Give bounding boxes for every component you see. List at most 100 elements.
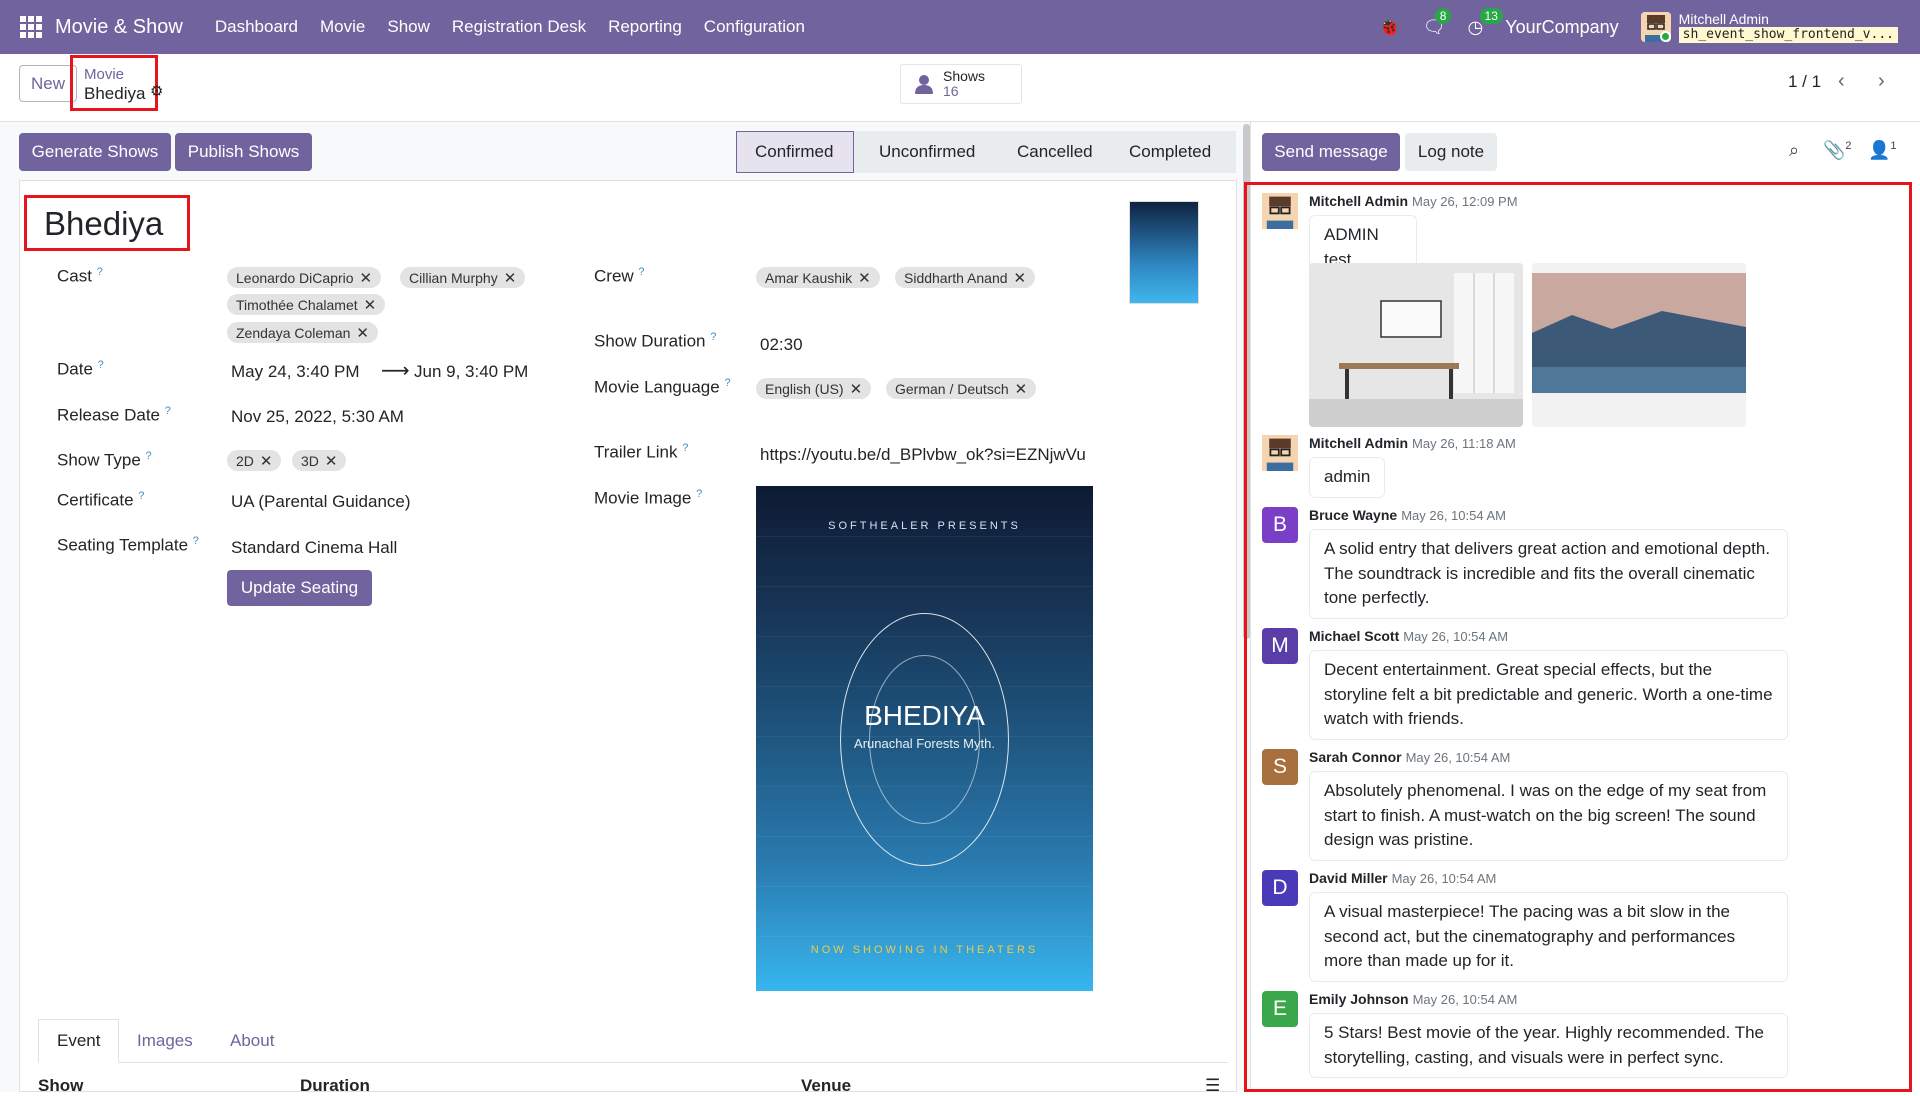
date-end-field[interactable]: Jun 9, 3:40 PM [414,362,528,382]
message-author[interactable]: Emily Johnson May 26, 10:54 AM [1309,991,1517,1007]
search-icon[interactable]: ⌕ [1789,140,1799,161]
user-avatar[interactable] [1640,12,1671,42]
column-header-show[interactable]: Show [38,1076,83,1096]
menu-show[interactable]: Show [387,17,430,37]
status-completed[interactable]: Completed [1104,131,1236,173]
online-status-dot [1659,31,1671,42]
new-button[interactable]: New [19,65,77,102]
shows-label: Shows [943,68,986,84]
movie-title[interactable]: Bhediya [24,195,190,251]
remove-tag-icon: ✕ [503,269,517,287]
seating-template-field[interactable]: Standard Cinema Hall [231,538,397,558]
status-confirmed[interactable]: Confirmed [736,131,854,173]
send-message-button[interactable]: Send message [1262,133,1400,171]
movie-poster-image[interactable]: SOFTHEALER PRESENTS BHEDIYA Arunachal Fo… [756,486,1093,991]
poster-title: BHEDIYA [864,700,985,731]
tab-about[interactable]: About [230,1019,274,1063]
certificate-field[interactable]: UA (Parental Guidance) [231,492,411,512]
language-tag[interactable]: English (US) ✕ [756,378,872,399]
release-date-label: Release Date ? [57,405,171,425]
language-tag[interactable]: German / Deutsch ✕ [886,378,1037,399]
main-menu: Dashboard Movie Show Registration Desk R… [193,17,805,37]
column-header-venue[interactable]: Venue [801,1076,851,1096]
crew-tag[interactable]: Siddharth Anand ✕ [895,267,1036,288]
pager-next-icon[interactable]: › [1878,70,1885,93]
cast-tag[interactable]: Timothée Chalamet ✕ [227,294,386,315]
menu-configuration[interactable]: Configuration [704,17,805,37]
message-body: A visual masterpiece! The pacing was a b… [1309,892,1788,982]
poster-subtitle: Arunachal Forests Myth. [854,736,995,751]
message-author[interactable]: Mitchell Admin May 26, 11:18 AM [1309,435,1516,451]
breadcrumb-parent[interactable]: Movie [84,66,155,83]
crew-label: Crew ? [594,266,645,286]
author-avatar[interactable]: M [1262,628,1298,664]
remove-tag-icon: ✕ [858,269,871,287]
activities-clock-icon[interactable]: ◷ 13 [1468,7,1503,38]
movie-language-label: Movie Language ? [594,377,731,397]
publish-shows-button[interactable]: Publish Shows [175,133,312,171]
attachments-paperclip-icon[interactable]: 📎2 [1823,140,1852,161]
author-avatar[interactable]: E [1262,991,1298,1027]
cast-tag[interactable]: Zendaya Coleman ✕ [227,322,378,343]
seating-template-label: Seating Template ? [57,535,199,555]
trailer-link-field[interactable]: https://youtu.be/d_BPlvbw_ok?si=EZNjwVu [760,445,1090,465]
cast-tag[interactable]: Leonardo DiCaprio ✕ [227,267,382,288]
pager-value[interactable]: 1 / 1 [1788,72,1821,92]
followers-icon[interactable]: 👤1 [1868,140,1897,161]
messages-icon[interactable]: 🗨 8 [1423,7,1452,38]
record-gear-icon[interactable]: ⚙ [150,82,163,100]
author-avatar[interactable]: S [1262,749,1298,785]
top-navbar: Movie & Show Dashboard Movie Show Regist… [0,0,1920,54]
date-start-field[interactable]: May 24, 3:40 PM [231,362,360,382]
attachment-image-landscape[interactable] [1532,263,1746,427]
pager-previous-icon[interactable]: ‹ [1838,70,1845,93]
cast-label: Cast ? [57,266,103,286]
message-body: admin [1309,457,1386,498]
menu-reporting[interactable]: Reporting [608,17,682,37]
show-duration-label: Show Duration ? [594,331,717,351]
movie-image-label: Movie Image ? [594,488,703,508]
shows-smart-button[interactable]: Shows 16 [900,64,1022,104]
author-avatar[interactable] [1262,435,1298,471]
show-type-tag[interactable]: 3D ✕ [292,450,347,471]
message-author[interactable]: Mitchell Admin May 26, 12:09 PM [1309,193,1518,209]
update-seating-button[interactable]: Update Seating [227,570,372,606]
menu-dashboard[interactable]: Dashboard [215,17,298,37]
generate-shows-button[interactable]: Generate Shows [19,133,171,171]
message-author[interactable]: Michael Scott May 26, 10:54 AM [1309,628,1508,644]
author-avatar[interactable]: B [1262,507,1298,543]
message-author[interactable]: Bruce Wayne May 26, 10:54 AM [1309,507,1506,523]
notebook-tabs: Event Images About [38,1019,1228,1063]
optional-columns-icon[interactable]: ☰ [1205,1076,1220,1096]
status-cancelled[interactable]: Cancelled [992,131,1104,173]
cast-tag[interactable]: Cillian Murphy ✕ [400,267,526,288]
movie-thumbnail[interactable] [1129,201,1199,304]
menu-registration-desk[interactable]: Registration Desk [452,17,586,37]
release-date-field[interactable]: Nov 25, 2022, 5:30 AM [231,407,404,427]
tab-images[interactable]: Images [137,1019,193,1063]
poster-presents-text: SOFTHEALER PRESENTS [828,520,1021,532]
message-author[interactable]: Sarah Connor May 26, 10:54 AM [1309,749,1510,765]
app-name[interactable]: Movie & Show [55,16,183,39]
remove-tag-icon: ✕ [1013,269,1027,287]
attachment-image-office[interactable] [1309,263,1523,427]
remove-tag-icon: ✕ [356,324,369,342]
author-avatar[interactable] [1262,193,1298,229]
column-header-duration[interactable]: Duration [300,1076,370,1096]
date-range-arrow-icon: ⟶ [381,360,410,382]
message-author[interactable]: David Miller May 26, 10:54 AM [1309,870,1496,886]
author-avatar[interactable]: D [1262,870,1298,906]
user-menu[interactable]: Mitchell Admin sh_event_show_frontend_v.… [1678,11,1898,43]
log-note-button[interactable]: Log note [1405,133,1497,171]
debug-bug-icon[interactable]: 🐞 [1378,17,1400,38]
tab-event[interactable]: Event [38,1019,120,1063]
company-switcher[interactable]: YourCompany [1505,17,1618,38]
status-unconfirmed[interactable]: Unconfirmed [854,131,992,173]
show-duration-field[interactable]: 02:30 [760,335,803,355]
systray: 🐞 🗨 8 ◷ 13 YourCompany Mitchell Admin sh_e… [1378,0,1920,54]
menu-movie[interactable]: Movie [320,17,365,37]
apps-menu-icon[interactable] [20,16,42,38]
message-body: Decent entertainment. Great special effe… [1309,650,1788,740]
crew-tag[interactable]: Amar Kaushik ✕ [756,267,880,288]
show-type-tag[interactable]: 2D ✕ [227,450,282,471]
